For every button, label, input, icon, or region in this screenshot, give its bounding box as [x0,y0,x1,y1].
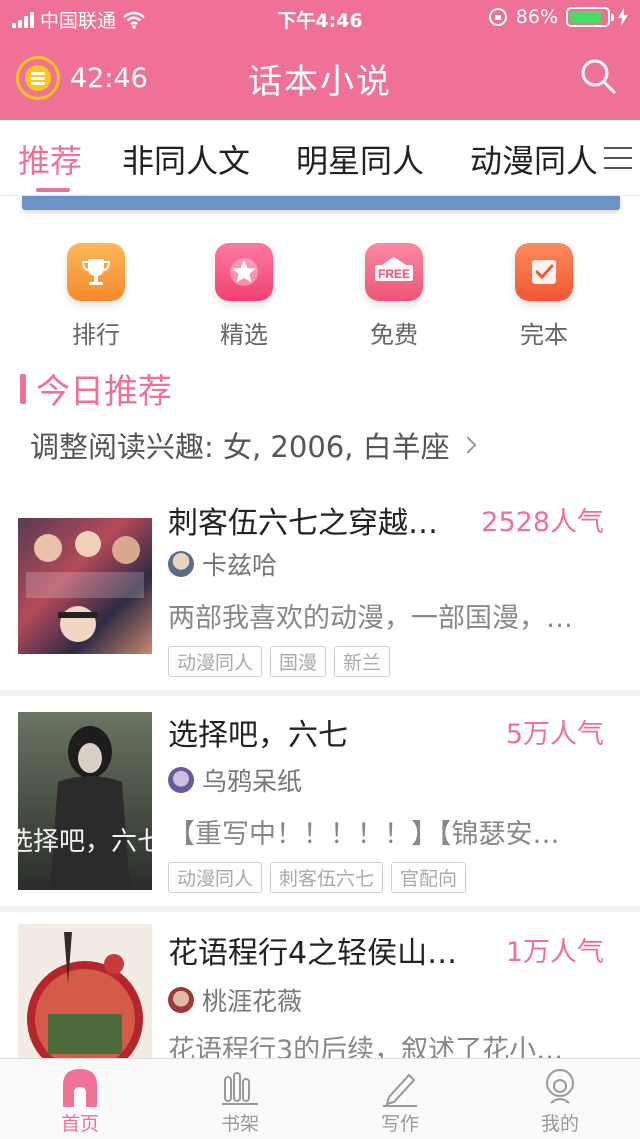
tab-recommend[interactable]: 推荐 [18,136,82,182]
app-title: 话本小说 [248,62,392,102]
nav-bar: 42:46 话本小说 [0,40,640,116]
book-title[interactable]: 刺客伍六七之穿越… [168,498,438,542]
book-title[interactable]: 花语程行4之轻侯山… [168,928,457,972]
svg-text:FREE: FREE [378,267,410,281]
book-description: 【重写中！！！！！】【锦瑟安… [168,819,560,850]
book-tags: 动漫同人 国漫 新兰 [168,646,391,677]
banner-carousel[interactable] [22,196,620,210]
shortcut-featured[interactable]: 精选 [204,243,284,350]
book-description: 两部我喜欢的动漫，一部国漫，… [168,603,573,634]
tab-celebrity-fanfic[interactable]: 明星同人 [296,136,424,182]
pen-icon [380,1067,420,1107]
author-avatar [168,551,194,577]
section-title: 今日推荐 [36,372,172,412]
tag[interactable]: 动漫同人 [168,646,263,677]
tab-write[interactable]: 写作 [360,1067,440,1136]
home-icon [60,1067,100,1107]
interest-text: 调整阅读兴趣: 女, 2006, 白羊座 [30,430,450,464]
book-cover[interactable] [18,518,152,654]
tab-label: 书架 [220,1113,259,1135]
shortcut-label: 完本 [520,321,568,349]
book-author[interactable]: 桃涯花薇 [168,982,302,1018]
tag[interactable]: 官配向 [391,862,467,893]
author-avatar [168,987,194,1013]
book-cover[interactable]: 选择吧，六七 [18,712,152,890]
tab-original[interactable]: 非同人文 [122,136,250,182]
tag[interactable]: 国漫 [270,646,327,677]
book-popularity: 5万人气 [505,719,604,750]
adjust-interest-link[interactable]: 调整阅读兴趣: 女, 2006, 白羊座 [30,424,477,466]
search-icon[interactable] [578,56,618,96]
tag[interactable]: 新兰 [334,646,391,677]
book-card[interactable]: 选择吧，六七 选择吧，六七 5万人气 乌鸦呆纸 【重写中！！！！！】【锦瑟安… … [0,696,640,912]
battery-percent: 86% [515,6,558,28]
tab-bookshelf[interactable]: 书架 [200,1067,280,1136]
free-icon: FREE [365,243,423,301]
tab-label: 我的 [540,1113,579,1135]
rotation-lock-icon [488,8,507,26]
author-name: 桃涯花薇 [202,987,303,1016]
tag[interactable]: 动漫同人 [168,862,263,893]
tab-anime-fanfic[interactable]: 动漫同人 [470,136,598,182]
shortcut-label: 精选 [220,321,268,349]
book-popularity: 1万人气 [505,937,604,968]
star-icon [215,243,273,301]
shortcut-ranking[interactable]: 排行 [56,243,136,350]
book-popularity: 2528人气 [481,507,604,538]
shortcut-label: 免费 [370,321,418,349]
shortcut-label: 排行 [72,321,120,349]
book-tags: 动漫同人 刺客伍六七 官配向 [168,862,467,893]
bookshelf-icon [220,1067,260,1107]
bottom-tab-bar: 首页 书架 写作 我的 [0,1058,640,1139]
status-bar: 中国联通 下午4:46 86% [0,0,640,36]
active-tab-indicator [36,188,70,192]
app-header: 中国联通 下午4:46 86% 42:46 话本小说 [0,0,640,120]
chevron-right-icon [459,436,477,454]
tag[interactable]: 刺客伍六七 [270,862,384,893]
book-author[interactable]: 乌鸦呆纸 [168,762,302,798]
tab-label: 首页 [60,1113,99,1135]
shortcut-completed[interactable]: 完本 [504,243,584,350]
book-author[interactable]: 卡兹哈 [168,546,277,582]
svg-text:选择吧，六七: 选择吧，六七 [18,827,152,857]
author-name: 乌鸦呆纸 [202,767,303,796]
author-name: 卡兹哈 [202,551,278,580]
tab-home[interactable]: 首页 [40,1067,120,1136]
shortcut-free[interactable]: FREE 免费 [354,243,434,350]
book-card[interactable]: 刺客伍六七之穿越… 2528人气 卡兹哈 两部我喜欢的动漫，一部国漫，… 动漫同… [0,480,640,696]
trophy-icon [67,243,125,301]
profile-icon [540,1067,580,1107]
section-marker [20,373,26,404]
book-cover[interactable] [18,924,152,1074]
category-tabs: 推荐 非同人文 明星同人 动漫同人 [0,120,640,196]
author-avatar [168,767,194,793]
tab-label: 写作 [380,1113,419,1135]
menu-icon [604,147,632,169]
section-header: 今日推荐 [20,364,172,413]
book-title[interactable]: 选择吧，六七 [168,710,348,754]
checkmark-icon [515,243,573,301]
charging-icon [618,8,628,26]
more-categories-button[interactable] [596,120,640,195]
battery-icon [566,7,614,27]
tab-profile[interactable]: 我的 [520,1067,600,1136]
